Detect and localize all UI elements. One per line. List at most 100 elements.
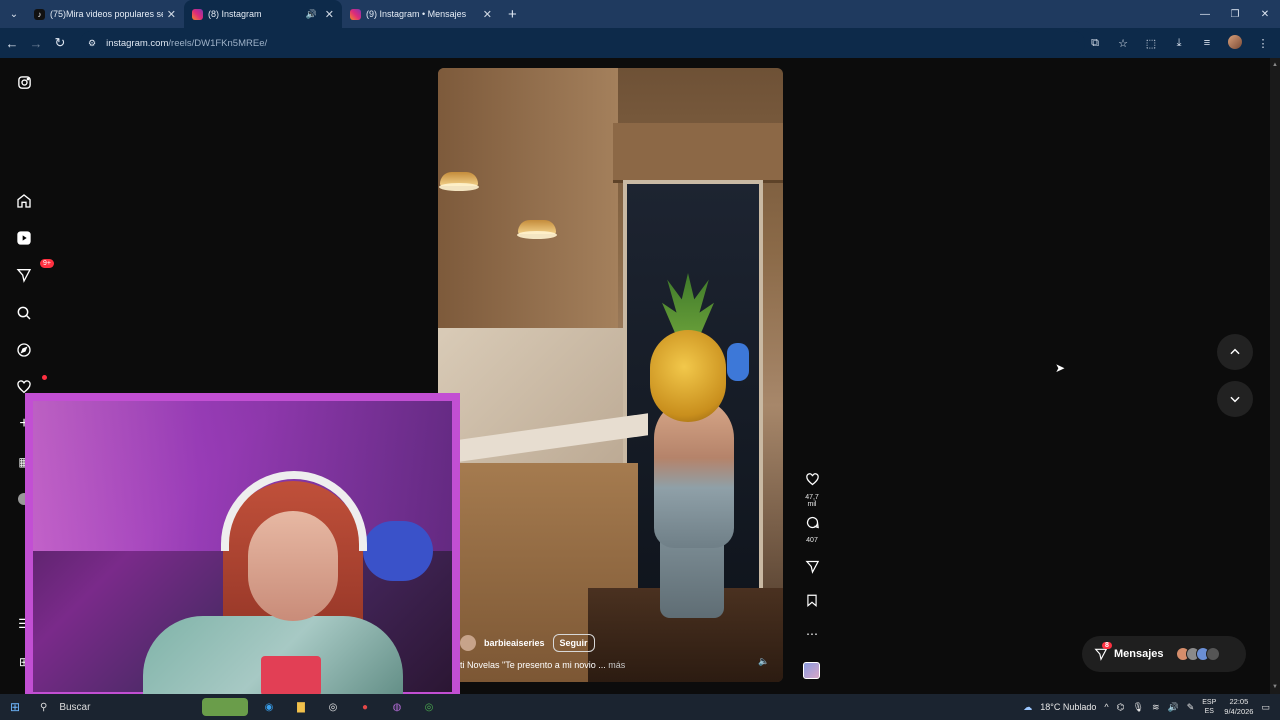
clock-date: 9/4/2026 xyxy=(1224,707,1254,716)
tab-instagram-messages[interactable]: (9) Instagram • Mensajes ✕ xyxy=(342,0,500,28)
avatar xyxy=(1205,647,1220,661)
scroll-up-arrow-icon[interactable]: ▲ xyxy=(1272,62,1278,68)
home-icon[interactable] xyxy=(14,191,34,211)
taskbar-search-label: Buscar xyxy=(59,701,91,713)
site-info-icon[interactable]: ⚙ xyxy=(88,38,96,49)
volume-icon[interactable]: 🔊 xyxy=(1168,702,1179,713)
input-language[interactable]: ESP ES xyxy=(1202,698,1216,716)
save-button[interactable] xyxy=(800,593,824,613)
back-icon[interactable]: ← xyxy=(0,36,24,51)
reels-icon[interactable] xyxy=(14,228,34,248)
browser-toolbar: ← → ↻ ⚙ instagram.com/reels/DW1FKn5MREe/… xyxy=(0,28,1280,58)
pen-icon[interactable]: ✎ xyxy=(1187,702,1195,713)
profile-avatar[interactable] xyxy=(1224,34,1246,52)
install-app-icon[interactable]: ⧉ xyxy=(1084,37,1106,50)
author-avatar[interactable] xyxy=(460,635,476,651)
instagram-favicon-icon xyxy=(350,8,361,20)
bookmark-star-icon[interactable]: ☆ xyxy=(1112,37,1134,50)
lamp-glow xyxy=(439,183,479,191)
send-icon[interactable]: 9+ xyxy=(14,259,54,285)
microphone-icon[interactable]: 🎙 xyxy=(1133,702,1144,713)
download-icon[interactable]: ⤓ xyxy=(1168,37,1190,50)
wifi-icon[interactable]: ≋ xyxy=(1152,702,1160,713)
follow-button[interactable]: Seguir xyxy=(552,634,595,652)
search-icon: ⚲ xyxy=(40,701,48,713)
folder-icon[interactable]: ▇ xyxy=(290,698,312,716)
send-icon xyxy=(1094,648,1108,661)
lamp-glow xyxy=(517,231,557,239)
discord-icon[interactable]: ◍ xyxy=(386,698,408,716)
widget-icon[interactable] xyxy=(202,698,248,716)
previous-reel-button[interactable] xyxy=(1217,334,1253,370)
streamer-webcam xyxy=(25,393,460,706)
microphone xyxy=(261,656,321,696)
comment-count: 407 xyxy=(806,537,818,544)
next-reel-button[interactable] xyxy=(1217,381,1253,417)
close-window-icon[interactable]: ✕ xyxy=(1250,0,1280,28)
chevron-down-icon: ⌄ xyxy=(9,8,19,20)
close-tab-icon[interactable]: ✕ xyxy=(167,8,176,21)
obs-icon[interactable]: ● xyxy=(354,698,376,716)
weather-text[interactable]: 18°C Nublado xyxy=(1040,702,1096,712)
chrome-icon[interactable]: ◎ xyxy=(418,698,440,716)
blue-figure xyxy=(727,343,749,381)
more-options-icon[interactable]: ⋯ xyxy=(800,627,824,641)
caption-text: ti Novelas "Te presento a mi novio ... xyxy=(460,660,606,670)
chrome-icon[interactable]: ◎ xyxy=(322,698,344,716)
like-count: 47,7 mil xyxy=(805,494,819,508)
network-icon[interactable]: ⌬ xyxy=(1117,702,1125,713)
close-tab-icon[interactable]: ✕ xyxy=(483,8,492,21)
new-tab-button[interactable]: + xyxy=(508,6,517,23)
window-controls: — ❐ ✕ xyxy=(1190,0,1280,28)
tray-overflow-icon[interactable]: ^ xyxy=(1104,702,1108,712)
messages-pill[interactable]: 8 Mensajes xyxy=(1082,636,1246,672)
plush-toy xyxy=(363,521,433,581)
minimize-icon[interactable]: — xyxy=(1190,0,1220,28)
audio-thumbnail[interactable] xyxy=(803,662,820,679)
extensions-icon[interactable]: ⬚ xyxy=(1140,37,1162,50)
like-button[interactable]: 47,7 mil xyxy=(800,472,824,508)
clock[interactable]: 22:05 9/4/2026 xyxy=(1224,697,1253,717)
speaker-icon[interactable]: 🔈 xyxy=(758,656,769,667)
taskbar-search[interactable]: ⚲ Buscar xyxy=(30,696,160,718)
notification-dot xyxy=(42,375,47,380)
notifications-icon[interactable]: ▭ xyxy=(1261,702,1270,713)
forward-icon[interactable]: → xyxy=(24,36,48,51)
browser-tab-bar: ⌄ ♪ (75)Mira videos populares selec ✕ (8… xyxy=(0,0,1280,28)
lang-layout: ES xyxy=(1204,708,1214,715)
send-icon xyxy=(804,560,819,574)
compass-icon[interactable] xyxy=(14,340,34,360)
messages-pill-badge: 8 xyxy=(1102,642,1112,649)
tab-tiktok[interactable]: ♪ (75)Mira videos populares selec ✕ xyxy=(26,0,184,28)
scroll-down-arrow-icon[interactable]: ▼ xyxy=(1272,684,1278,690)
speaker-icon[interactable]: 🔊 xyxy=(306,9,317,20)
edge-icon[interactable]: ◉ xyxy=(258,698,280,716)
tab-title: (75)Mira videos populares selec xyxy=(50,9,163,19)
reel-video[interactable] xyxy=(438,68,783,682)
mouse-cursor-icon: ➤ xyxy=(1055,361,1066,375)
reel-caption[interactable]: ti Novelas "Te presento a mi novio ... m… xyxy=(460,660,625,670)
instagram-logo-icon[interactable] xyxy=(14,72,34,92)
page-scrollbar[interactable]: ▲ ▼ xyxy=(1270,58,1280,694)
search-icon[interactable] xyxy=(14,303,34,323)
tab-search-button[interactable]: ⌄ xyxy=(2,3,26,25)
address-bar[interactable]: ⚙ instagram.com/reels/DW1FKn5MREe/ xyxy=(80,31,1085,55)
tab-instagram[interactable]: (8) Instagram 🔊 ✕ xyxy=(184,0,342,28)
bookmark-icon xyxy=(807,594,817,608)
reload-icon[interactable]: ↻ xyxy=(48,35,72,51)
menu-kebab-icon[interactable]: ⋮ xyxy=(1252,37,1274,50)
share-button[interactable] xyxy=(800,559,824,579)
media-control-icon[interactable]: ≡ xyxy=(1196,37,1218,49)
system-tray: ☁ 18°C Nublado ^ ⌬ 🎙 ≋ 🔊 ✎ ESP ES 22:05 9/… xyxy=(1023,694,1270,720)
chevron-up-icon xyxy=(1230,348,1240,355)
author-username[interactable]: barbieaiseries xyxy=(484,638,545,648)
chevron-down-icon xyxy=(1230,396,1240,403)
maximize-icon[interactable]: ❐ xyxy=(1220,0,1250,28)
toolbar-actions: ⧉ ☆ ⬚ ⤓ ≡ ⋮ xyxy=(1084,28,1274,58)
comment-button[interactable]: 407 xyxy=(800,515,824,544)
upper-cabinet xyxy=(613,123,783,183)
close-tab-icon[interactable]: ✕ xyxy=(325,8,334,21)
comment-icon xyxy=(806,516,819,529)
windows-start-icon[interactable]: ⊞ xyxy=(0,700,30,714)
caption-more-link[interactable]: más xyxy=(608,660,625,670)
